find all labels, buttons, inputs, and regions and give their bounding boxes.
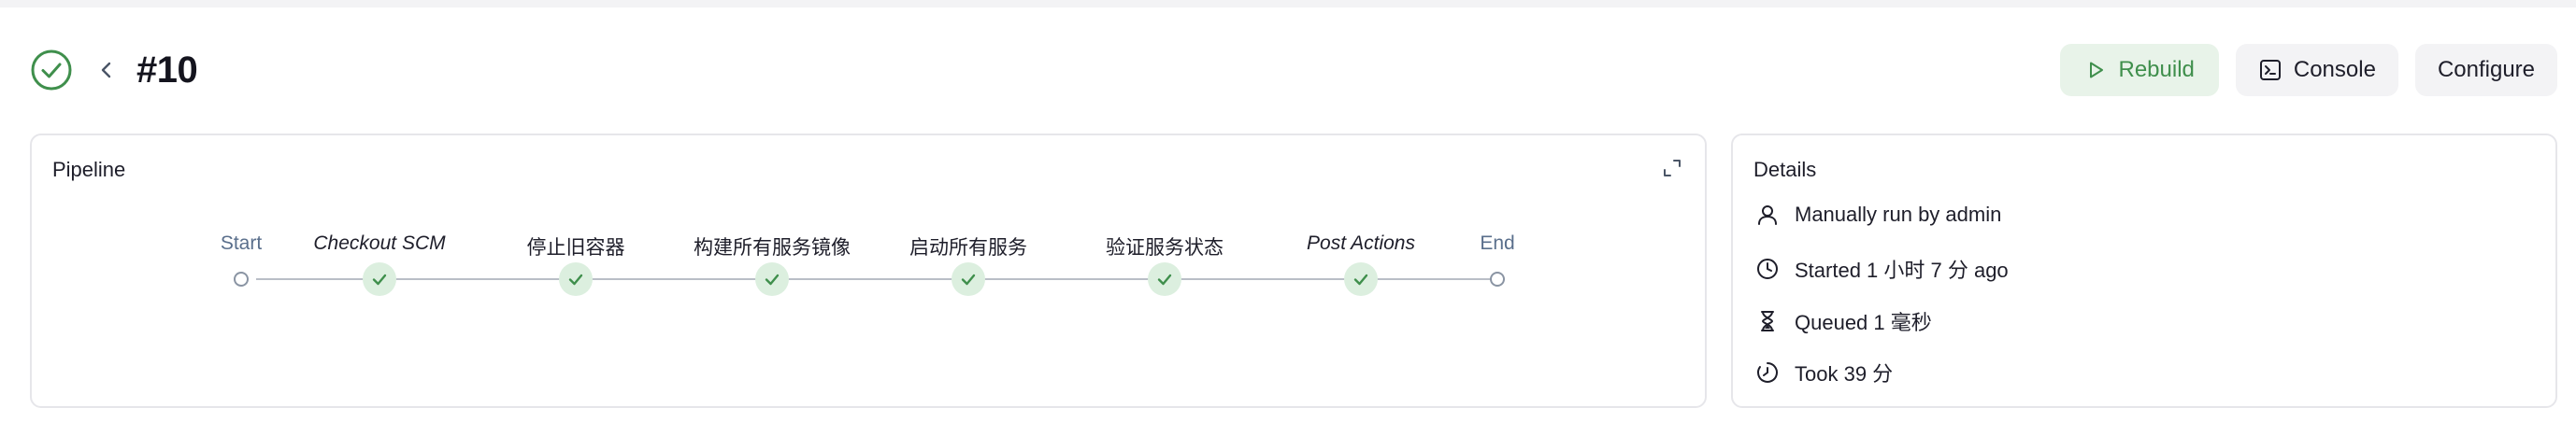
check-icon	[765, 274, 780, 286]
start-label: Start	[220, 232, 263, 254]
timer-icon	[1757, 362, 1778, 383]
configure-label: Configure	[2437, 57, 2535, 82]
end-label: End	[1480, 232, 1515, 254]
stage-success-node[interactable]	[559, 262, 593, 296]
details-card: Details Manually run by admin Started 1 …	[1731, 134, 2557, 408]
pipeline-card: Pipeline Start Checkout SCM 停止旧容器 构建所有服务…	[30, 134, 1707, 408]
page-title: #10	[136, 49, 198, 91]
stage-label[interactable]: 停止旧容器	[527, 232, 625, 260]
detail-text: Took 39 分	[1795, 362, 1894, 386]
action-bar: Rebuild Console Configure	[2060, 44, 2557, 96]
success-status-icon	[30, 49, 73, 91]
clock-icon	[1757, 259, 1778, 279]
detail-started: Started 1 小时 7 分 ago	[1755, 254, 2009, 284]
detail-text: Manually run by admin	[1795, 203, 2002, 226]
detail-trigger: Manually run by admin	[1755, 203, 2001, 227]
console-button[interactable]: Console	[2235, 44, 2398, 96]
connector	[256, 278, 1505, 280]
configure-button[interactable]: Configure	[2414, 44, 2557, 96]
rebuild-button[interactable]: Rebuild	[2060, 44, 2219, 96]
check-icon	[1353, 274, 1368, 286]
run-header: #10	[30, 47, 198, 93]
terminal-icon	[2259, 60, 2281, 80]
stage-success-node[interactable]	[1148, 262, 1181, 296]
stage-label[interactable]: 构建所有服务镜像	[694, 232, 851, 260]
start-node	[234, 272, 249, 287]
stage-label[interactable]: Checkout SCM	[313, 232, 445, 255]
check-icon	[568, 274, 583, 286]
play-icon	[2090, 62, 2104, 78]
chevron-left-icon[interactable]	[93, 57, 120, 83]
detail-queued: Queued 1 毫秒	[1755, 306, 1932, 336]
user-icon	[1758, 205, 1777, 225]
stage-label[interactable]: 验证服务状态	[1106, 232, 1224, 260]
stage-label[interactable]: Post Actions	[1307, 232, 1415, 255]
stage-success-node[interactable]	[363, 262, 396, 296]
stage-success-node[interactable]	[952, 262, 985, 296]
stage-label[interactable]: 启动所有服务	[909, 232, 1027, 260]
detail-text: Started 1 小时 7 分 ago	[1795, 259, 2009, 282]
check-icon	[961, 274, 976, 286]
hourglass-icon	[1761, 311, 1774, 331]
console-label: Console	[2293, 57, 2376, 82]
rebuild-label: Rebuild	[2118, 57, 2195, 82]
details-title: Details	[1753, 158, 1817, 181]
end-node	[1490, 272, 1505, 287]
check-icon	[1157, 274, 1172, 286]
check-icon	[372, 274, 387, 286]
pipeline-graph: Start Checkout SCM 停止旧容器 构建所有服务镜像 启动所有服务…	[32, 135, 1709, 410]
top-strip	[0, 0, 2576, 7]
detail-duration: Took 39 分	[1755, 358, 1893, 387]
stage-success-node[interactable]	[755, 262, 789, 296]
detail-text: Queued 1 毫秒	[1795, 311, 1932, 334]
stage-success-node[interactable]	[1344, 262, 1378, 296]
